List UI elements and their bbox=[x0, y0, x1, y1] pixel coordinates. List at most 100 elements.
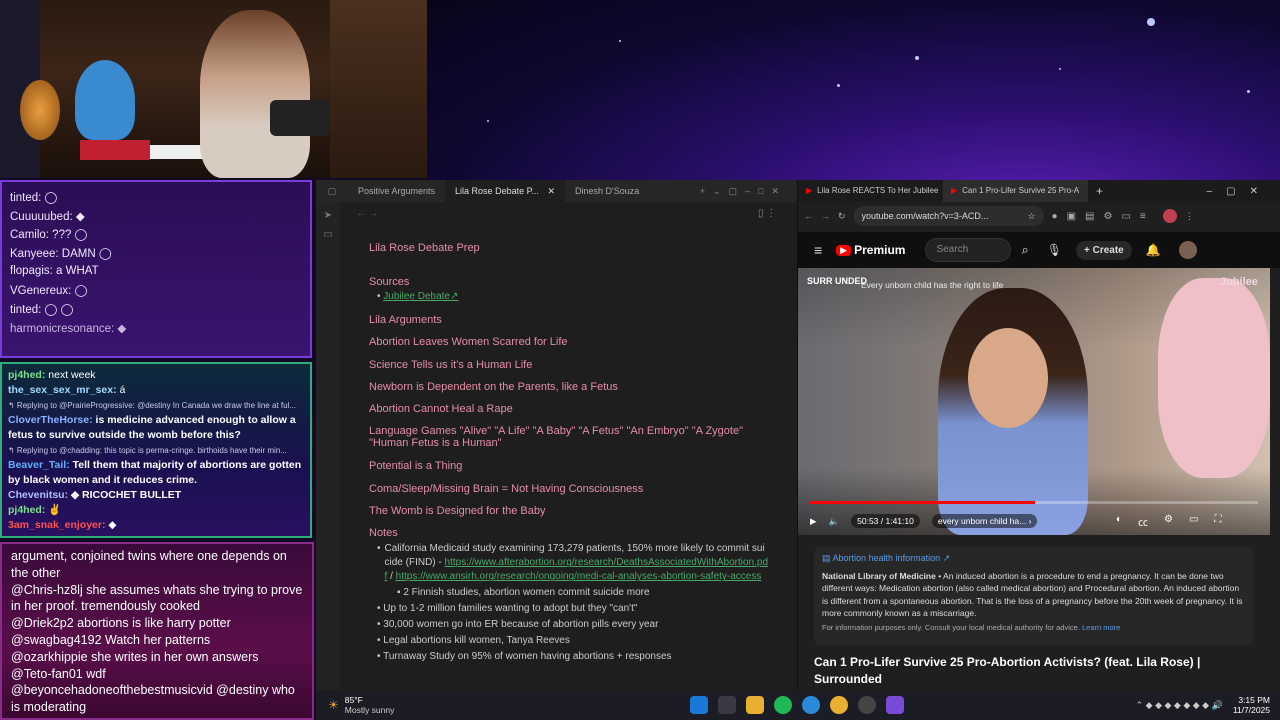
separator: / bbox=[387, 571, 396, 583]
chat-text: ✌ bbox=[48, 504, 62, 516]
tab-label: Lila Rose Debate P... bbox=[455, 186, 539, 196]
video-brand-right: Jubilee bbox=[1220, 276, 1258, 288]
list-item: • California Medicaid study examining 17… bbox=[377, 543, 769, 583]
browser-tab-active[interactable]: ▶ Can 1 Pro-Lifer Survive 25 Pro-A bbox=[943, 180, 1088, 202]
profile-avatar[interactable] bbox=[1162, 209, 1177, 223]
video-title: Can 1 Pro-Lifer Survive 25 Pro-Abortion … bbox=[814, 655, 1201, 686]
notes-sidebar: ➤ ▭ bbox=[316, 202, 340, 690]
microphone-icon[interactable]: 🎙 bbox=[1047, 243, 1062, 257]
play-icon[interactable]: ▶ bbox=[810, 516, 817, 527]
video-overlay-brand: SURR UNDED bbox=[807, 276, 868, 286]
video-controls: ▶ 🔈 50:53 / 1:41:10 every unborn child h… bbox=[810, 514, 1038, 528]
hamburger-icon[interactable]: ≡ bbox=[814, 242, 822, 258]
menu-icon[interactable]: ⋮ bbox=[1185, 211, 1194, 222]
volume-icon[interactable]: 🔈 bbox=[829, 516, 840, 527]
back-icon[interactable]: ← bbox=[804, 211, 813, 221]
video-player[interactable]: SURR UNDED Every unborn child has the ri… bbox=[798, 268, 1270, 535]
search-icon[interactable]: ⌕ bbox=[1021, 242, 1028, 258]
learn-more-link[interactable]: Learn more bbox=[1082, 623, 1120, 632]
tab-label: Lila Rose REACTS To Her Jubilee bbox=[817, 186, 939, 195]
weather-temp: 85°F bbox=[344, 695, 363, 705]
list-item: • Up to 1-2 million families wanting to … bbox=[377, 603, 638, 615]
notes-app-window: ▢ Positive Arguments Lila Rose Debate P.… bbox=[316, 180, 797, 690]
chat-panel-middle: pj4hed: next week the_sex_sex_mr_sex: á … bbox=[0, 362, 312, 538]
health-info-panel: ▤ Abortion health information ↗ National… bbox=[814, 546, 1254, 646]
edge-icon[interactable] bbox=[802, 696, 821, 714]
chrome-icon[interactable] bbox=[830, 696, 849, 714]
file-explorer-icon[interactable] bbox=[746, 696, 765, 714]
chat-message: pj4hed: next week bbox=[8, 368, 304, 383]
youtube-logo-icon[interactable]: ▶ bbox=[836, 244, 852, 256]
chat-username: Chevenitsu: bbox=[8, 489, 69, 501]
notes-tab-bar: ▢ Positive Arguments Lila Rose Debate P.… bbox=[316, 180, 797, 202]
tab-dinesh-dsouza[interactable]: Dinesh D'Souza bbox=[565, 180, 649, 202]
settings-icon[interactable]: ⚙ bbox=[1164, 514, 1173, 529]
argument-item: The Womb is Designed for the Baby bbox=[369, 505, 546, 518]
browser-window: ▶ Lila Rose REACTS To Her Jubilee ▶ Can 1 … bbox=[798, 180, 1280, 690]
tab-lila-rose-debate-prep[interactable]: Lila Rose Debate P... ✕ bbox=[445, 180, 565, 202]
info-header[interactable]: ▤ Abortion health information ↗ bbox=[822, 552, 1246, 565]
list-item: • 30,000 women go into ER because of abo… bbox=[377, 619, 659, 631]
chat-username: the_sex_sex_mr_sex: bbox=[8, 384, 117, 396]
chat-username: pj4hed: bbox=[8, 369, 46, 381]
windows-start-icon[interactable] bbox=[690, 696, 709, 714]
tab-positive-arguments[interactable]: Positive Arguments bbox=[348, 180, 445, 202]
obs-icon[interactable] bbox=[858, 696, 877, 714]
youtube-header: ≡ ▶ Premium Search ⌕ 🎙 + Create 🔔 bbox=[798, 232, 1280, 268]
sources-link[interactable]: Jubilee Debate bbox=[383, 291, 450, 302]
address-bar[interactable]: youtube.com/watch?v=3-ACD... ☆ bbox=[853, 206, 1044, 226]
taskbar: ☀ 85°F Mostly sunny ⌃ ◆ ◆ ◆ ◆ ◆ ◆ ◆ 🔊 3:… bbox=[316, 690, 1280, 720]
create-button[interactable]: + Create bbox=[1075, 240, 1132, 260]
nav-arrows-icon[interactable]: ← → bbox=[356, 208, 379, 219]
argument-item: Abortion Leaves Women Scarred for Life bbox=[369, 336, 568, 349]
send-icon[interactable]: ➤ bbox=[316, 210, 340, 221]
extension-icons[interactable]: ●▣▤⚙▭≡ bbox=[1052, 211, 1155, 222]
chat-text: ◆ bbox=[108, 519, 117, 531]
note-text: Up to 1-2 million families wanting to ad… bbox=[383, 603, 638, 615]
argument-item: Newborn is Dependent on the Parents, lik… bbox=[369, 380, 618, 393]
avatar[interactable] bbox=[1178, 241, 1197, 259]
sidebar-toggle-icon[interactable]: ▢ bbox=[316, 186, 348, 197]
reload-icon[interactable]: ↻ bbox=[838, 211, 846, 222]
spotify-icon[interactable] bbox=[774, 696, 793, 714]
tray-icons[interactable]: ⌃ ◆ ◆ ◆ ◆ ◆ ◆ ◆ 🔊 bbox=[1136, 700, 1223, 711]
obsidian-icon[interactable] bbox=[886, 696, 905, 714]
notifications-icon[interactable]: 🔔 bbox=[1146, 243, 1161, 257]
arguments-heading: Lila Arguments bbox=[369, 314, 442, 326]
argument-item: Science Tells us it's a Human Life bbox=[369, 358, 533, 371]
window-controls[interactable]: +⌄▢–□✕ bbox=[700, 186, 797, 197]
autoplay-toggle-icon[interactable]: ◐ bbox=[1116, 514, 1122, 529]
more-options-icon[interactable]: ▯ ⋮ bbox=[758, 208, 776, 219]
chat-message: tinted: ◯ bbox=[10, 192, 58, 204]
note-text: 30,000 women go into ER because of abort… bbox=[383, 619, 659, 631]
browser-tab[interactable]: ▶ Lila Rose REACTS To Her Jubilee bbox=[798, 180, 943, 202]
info-header-text: Abortion health information ↗ bbox=[832, 553, 951, 563]
chat-username: Beaver_Tail: bbox=[8, 459, 70, 471]
new-tab-button[interactable]: + bbox=[1096, 184, 1103, 198]
panel-icon[interactable]: ▭ bbox=[316, 229, 340, 240]
star-icon[interactable]: ☆ bbox=[1027, 211, 1035, 222]
task-view-icon[interactable] bbox=[718, 696, 737, 714]
close-icon[interactable]: ✕ bbox=[547, 186, 555, 196]
note-text: 2 Finnish studies, abortion women commit… bbox=[403, 587, 650, 599]
chat-username: 3am_snak_enjoyer: bbox=[8, 519, 106, 531]
search-input[interactable]: Search bbox=[925, 238, 1012, 262]
chat-message: @swagbag4192 Watch her patterns bbox=[11, 632, 211, 647]
progress-bar[interactable] bbox=[810, 501, 1258, 504]
browser-toolbar: ← → ↻ youtube.com/watch?v=3-ACD... ☆ ●▣▤⚙… bbox=[798, 204, 1280, 228]
chapter-label[interactable]: every unborn child ha... › bbox=[931, 514, 1038, 528]
chat-message: VGenereux: ◯ bbox=[10, 285, 88, 298]
note-link[interactable]: https://www.ansirh.org/research/ongoing/… bbox=[396, 571, 762, 582]
progress-fill bbox=[810, 501, 1036, 504]
stream-background bbox=[427, 0, 1280, 180]
video-overlay-text: Every unborn child has the right to life bbox=[861, 280, 1004, 290]
forward-icon[interactable]: → bbox=[821, 211, 830, 221]
fullscreen-icon[interactable]: ⛶ bbox=[1214, 514, 1221, 529]
chat-reply-context: ↰ Replying to @PrairieProgressive: @dest… bbox=[8, 401, 296, 410]
argument-item: Language Games "Alive" "A Life" "A Baby"… bbox=[369, 425, 743, 450]
captions-icon[interactable]: ㏄ bbox=[1138, 514, 1148, 529]
list-item: ▪ 2 Finnish studies, abortion women comm… bbox=[397, 587, 650, 599]
window-controls[interactable]: –▢✕ bbox=[1207, 186, 1280, 197]
webcam-feed bbox=[0, 0, 427, 178]
miniplayer-icon[interactable]: ▭ bbox=[1189, 514, 1198, 529]
